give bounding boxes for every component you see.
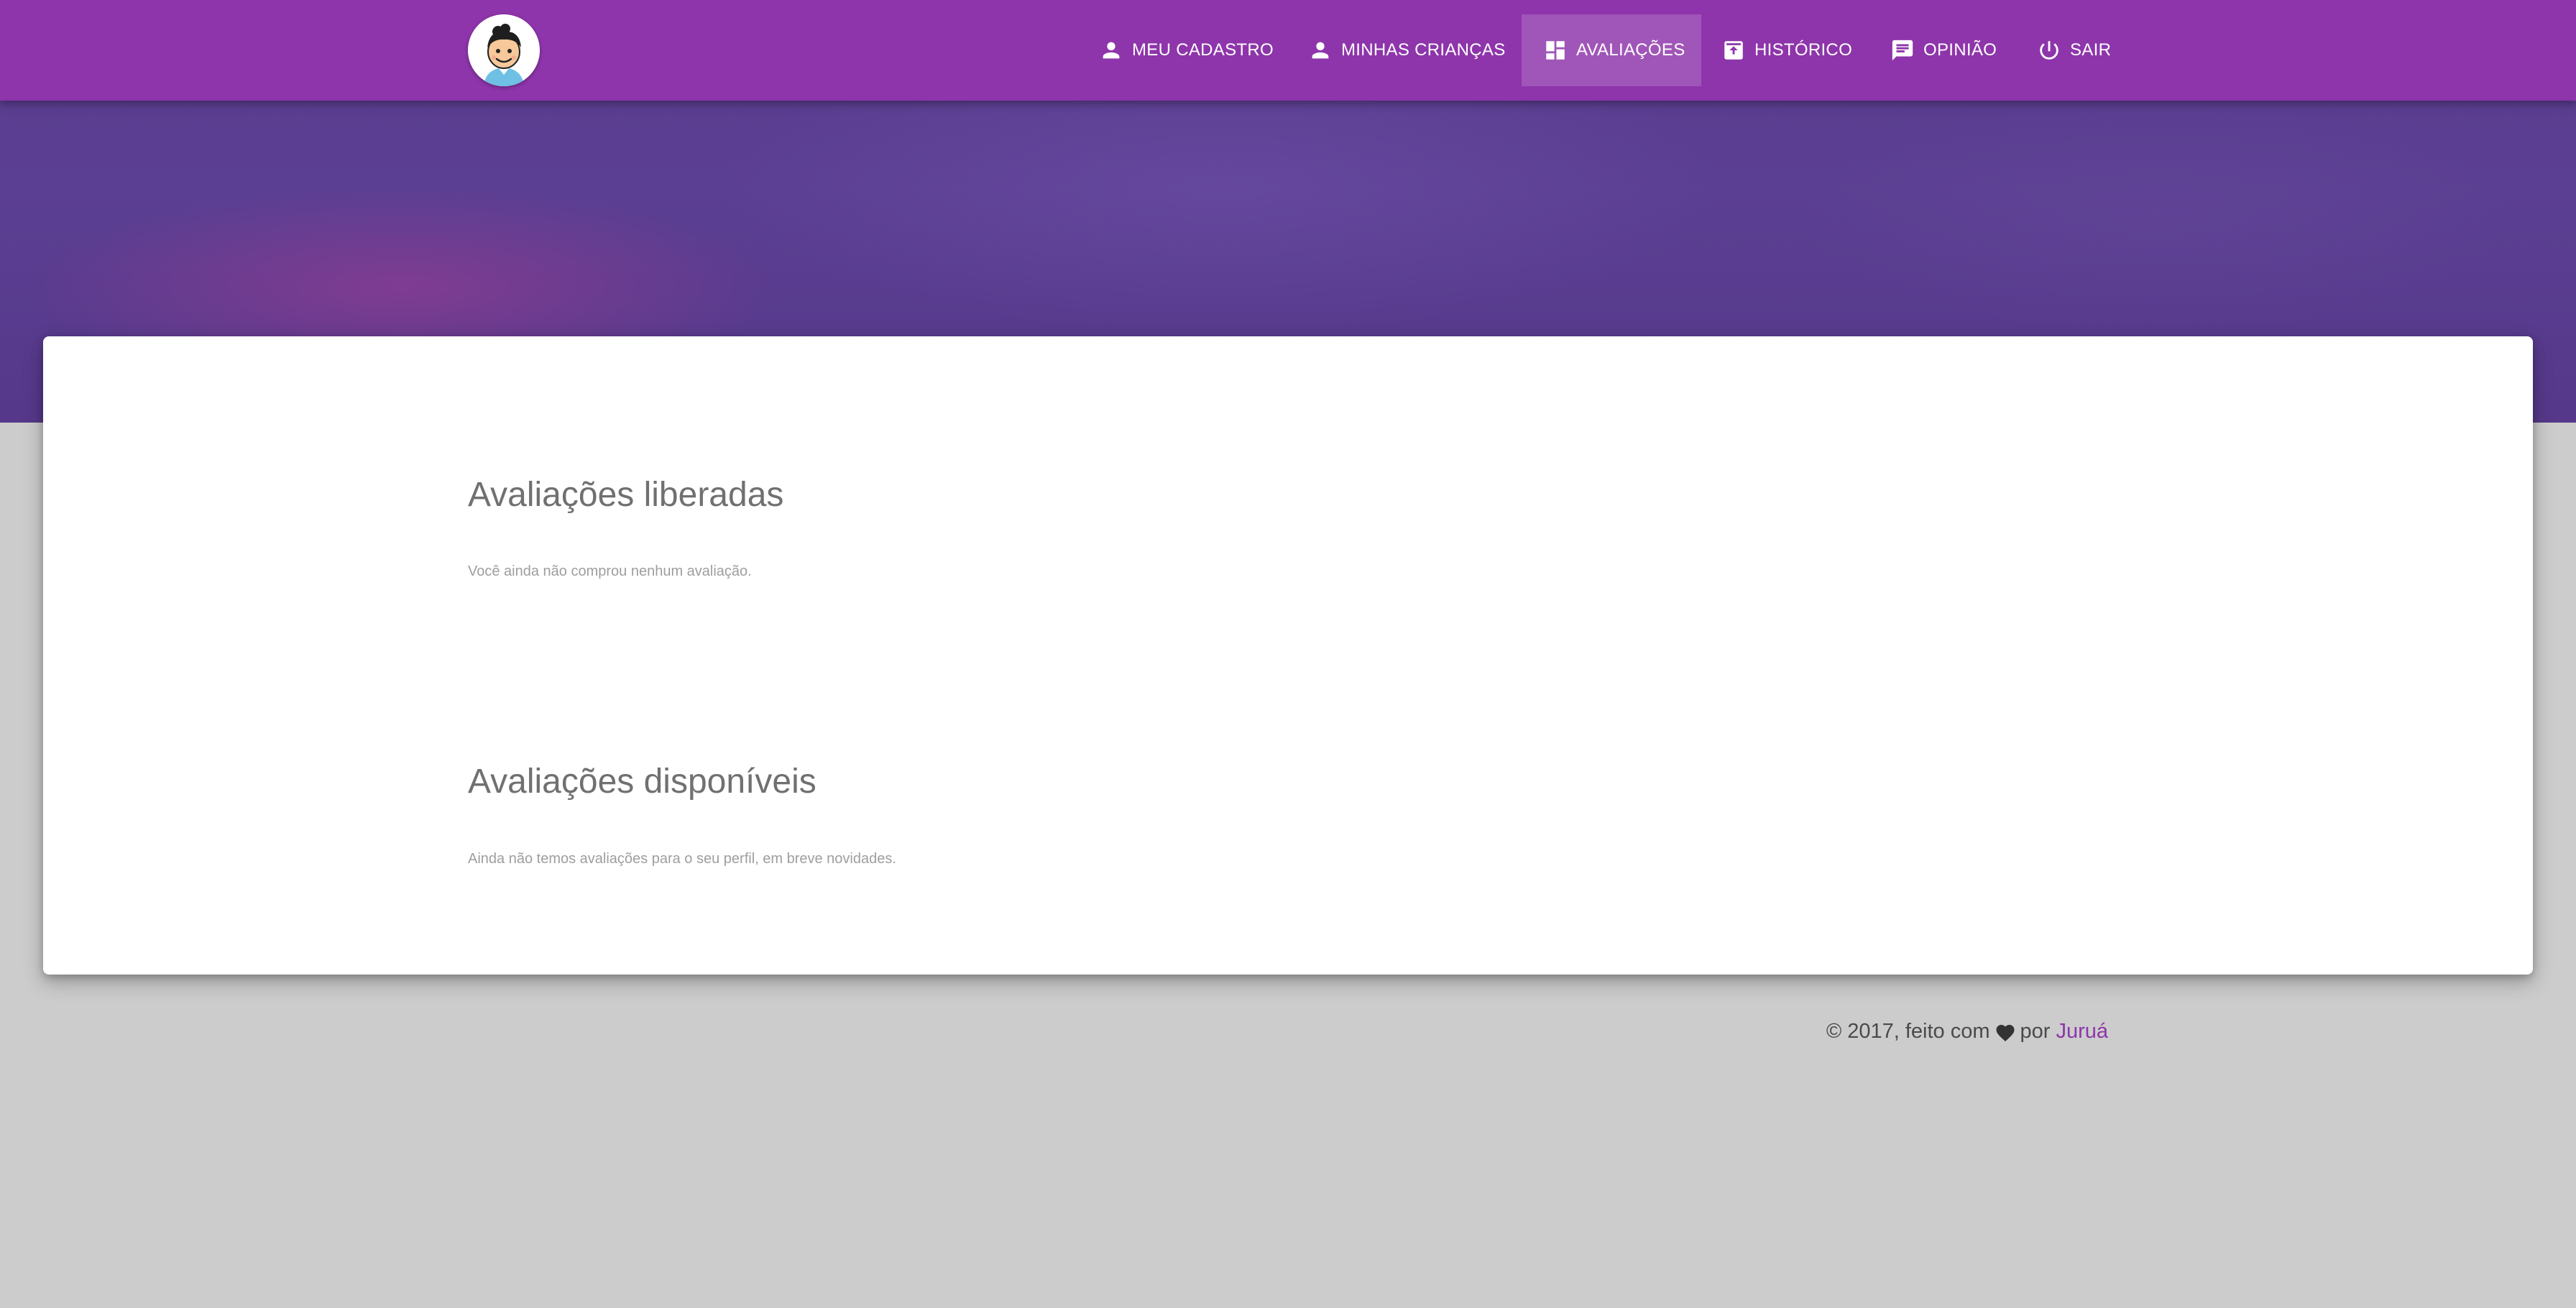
dashboard-icon	[1543, 38, 1568, 63]
section-title-disponiveis: Avaliações disponíveis	[468, 763, 816, 801]
empty-state-disponiveis: Ainda não temos avaliações para o seu pe…	[468, 851, 896, 867]
empty-state-liberadas: Você ainda não comprou nenhum avaliação.	[468, 563, 752, 579]
nav-label: SAIR	[2070, 40, 2112, 60]
nav-label: HISTÓRICO	[1754, 40, 1853, 60]
person-icon	[1099, 38, 1123, 63]
nav-minhas-criancas[interactable]: MINHAS CRIANÇAS	[1308, 14, 1517, 86]
nav-label: MINHAS CRIANÇAS	[1341, 40, 1506, 60]
footer-copyright: © 2017, feito com	[1826, 1020, 1990, 1043]
footer: © 2017, feito com por Juruá	[1826, 1020, 2108, 1044]
footer-author-link[interactable]: Juruá	[2056, 1020, 2108, 1044]
nav-label: MEU CADASTRO	[1132, 40, 1274, 60]
person-icon	[1308, 38, 1333, 63]
archive-icon	[1721, 38, 1746, 63]
nav-avaliacoes[interactable]: AVALIAÇÕES	[1522, 14, 1701, 86]
boy-avatar-icon	[468, 14, 540, 86]
main-card: Avaliações liberadas Você ainda não comp…	[43, 336, 2533, 975]
footer-by: por	[2020, 1020, 2051, 1043]
power-icon	[2037, 38, 2061, 63]
nav-historico[interactable]: HISTÓRICO	[1721, 14, 1858, 86]
heart-icon	[1995, 1022, 2016, 1042]
nav-label: OPINIÃO	[1923, 40, 1997, 60]
logo-avatar[interactable]	[468, 14, 540, 86]
section-title-liberadas: Avaliações liberadas	[468, 476, 784, 514]
nav-label: AVALIAÇÕES	[1576, 40, 1685, 60]
comment-icon	[1890, 38, 1915, 63]
nav-sair[interactable]: SAIR	[2037, 14, 2116, 86]
nav-meu-cadastro[interactable]: MEU CADASTRO	[1099, 14, 1279, 86]
nav-opiniao[interactable]: OPINIÃO	[1890, 14, 2005, 86]
top-navbar: MEU CADASTRO MINHAS CRIANÇAS AVALIAÇÕES …	[0, 0, 2576, 101]
